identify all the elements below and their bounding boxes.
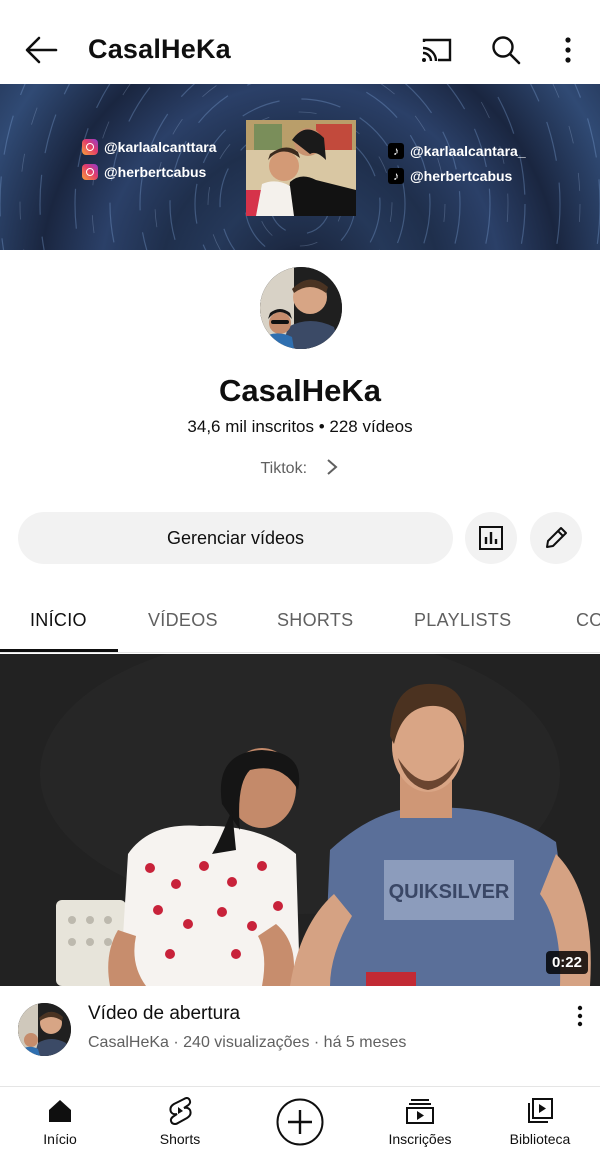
- home-icon: [49, 1100, 71, 1122]
- video-duration-badge: 0:22: [545, 951, 588, 974]
- pencil-icon: [546, 527, 567, 548]
- tiktok-handle: ♪ @karlaalcantara_: [388, 143, 526, 159]
- subscriptions-icon: [406, 1099, 434, 1124]
- nav-home-label: Início: [43, 1131, 77, 1147]
- video-frame: QUIKSILVER: [0, 654, 600, 986]
- nav-subscriptions[interactable]: Inscrições: [365, 1097, 475, 1147]
- active-tab-indicator: [0, 649, 118, 652]
- create-icon: [276, 1098, 324, 1146]
- library-icon: [528, 1098, 553, 1123]
- nav-home[interactable]: Início: [5, 1097, 115, 1147]
- nav-shorts[interactable]: Shorts: [125, 1097, 235, 1147]
- nav-library-label: Biblioteca: [509, 1131, 571, 1147]
- tiktok-handle: ♪ @herbertcabus: [388, 168, 512, 184]
- more-options-icon[interactable]: [552, 34, 584, 66]
- instagram-icon: [82, 139, 98, 155]
- chevron-right-icon: [327, 459, 339, 475]
- instagram-handle: @karlaalcanttara: [82, 139, 217, 155]
- channel-link-label: Tiktok:: [260, 460, 308, 477]
- edit-channel-button[interactable]: [530, 512, 582, 564]
- instagram-handle: @herbertcabus: [82, 164, 206, 180]
- top-app-bar: CasalHeKa: [0, 0, 600, 84]
- featured-video-info: Vídeo de abertura CasalHeKa · 240 visual…: [0, 986, 600, 1086]
- back-arrow-icon[interactable]: [24, 35, 58, 65]
- channel-avatar[interactable]: [260, 267, 342, 349]
- tab-community[interactable]: CO: [576, 610, 600, 631]
- video-metadata: CasalHeKa · 240 visualizações · há 5 mes…: [88, 1034, 407, 1051]
- channel-link[interactable]: Tiktok:: [0, 458, 600, 478]
- nav-create[interactable]: [245, 1097, 355, 1147]
- shirt-logo-text: QUIKSILVER: [389, 881, 510, 903]
- nav-shorts-label: Shorts: [159, 1131, 201, 1147]
- nav-library[interactable]: Biblioteca: [485, 1097, 595, 1147]
- tab-playlists[interactable]: PLAYLISTS: [414, 610, 511, 631]
- search-icon[interactable]: [490, 34, 522, 66]
- page-title: CasalHeKa: [88, 34, 231, 64]
- video-channel-avatar[interactable]: [18, 1003, 71, 1056]
- tab-shorts[interactable]: SHORTS: [277, 610, 353, 631]
- video-more-options-icon[interactable]: [574, 1004, 586, 1028]
- bottom-navigation: Início Shorts Inscrições Biblioteca: [0, 1086, 600, 1163]
- tiktok-icon: ♪: [388, 168, 404, 184]
- manage-videos-button[interactable]: Gerenciar vídeos: [18, 512, 453, 564]
- instagram-icon: [82, 164, 98, 180]
- cast-icon[interactable]: [420, 34, 452, 66]
- channel-name: CasalHeKa: [219, 373, 381, 408]
- tab-inicio[interactable]: INÍCIO: [30, 610, 87, 631]
- channel-tabs: INÍCIO VÍDEOS SHORTS PLAYLISTS CO: [0, 590, 600, 653]
- channel-stats: 34,6 mil inscritos • 228 vídeos: [187, 417, 413, 436]
- featured-video-thumbnail[interactable]: QUIKSILVER 0:22: [0, 654, 600, 986]
- analytics-button[interactable]: [465, 512, 517, 564]
- tiktok-icon: ♪: [388, 143, 404, 159]
- banner-couple-photo: [246, 120, 356, 216]
- analytics-icon: [479, 526, 503, 550]
- shorts-icon: [169, 1097, 192, 1125]
- tab-videos[interactable]: VÍDEOS: [148, 610, 218, 631]
- nav-subscriptions-label: Inscrições: [388, 1131, 452, 1147]
- video-title[interactable]: Vídeo de abertura: [88, 1003, 240, 1025]
